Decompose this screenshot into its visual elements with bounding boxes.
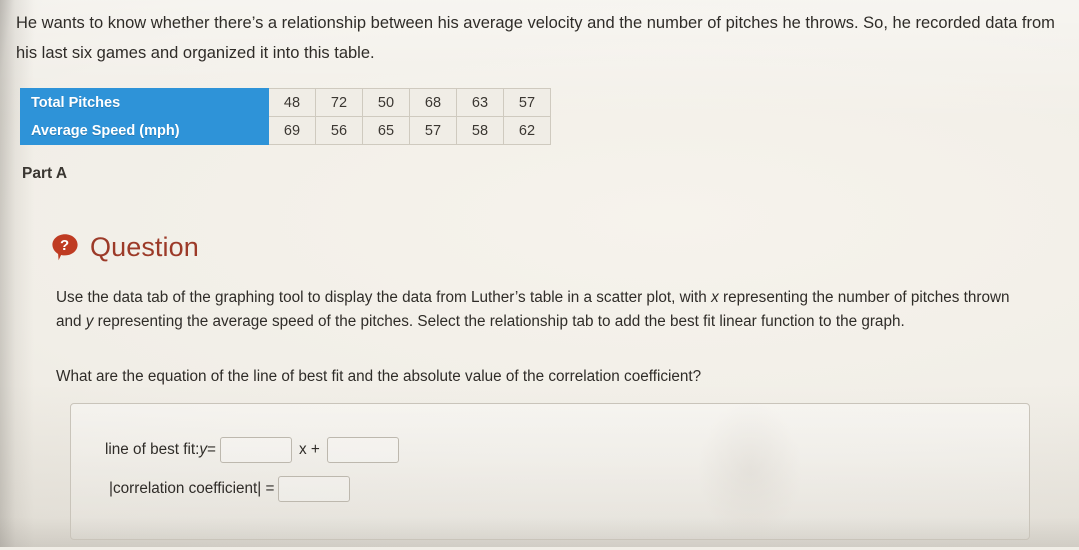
intercept-input[interactable] [326,437,399,463]
answer-variable-y: y [199,441,208,458]
part-label: Part A [22,165,68,182]
cell-total-pitches-2: 72 [315,88,363,117]
question-header: ? Question [50,232,199,262]
cell-total-pitches-1: 48 [268,88,316,117]
table-row: Average Speed (mph) 69 56 65 57 58 62 [20,116,551,145]
cell-total-pitches-3: 50 [362,88,410,117]
correlation-coefficient-input[interactable] [278,476,351,502]
cell-average-speed-4: 57 [409,116,457,145]
equals-sign: = [207,441,216,458]
slope-input[interactable] [219,437,292,463]
question-prompt: What are the equation of the line of bes… [56,368,702,385]
question-variable-x: x [711,289,719,306]
row-label-average-speed: Average Speed (mph) [20,116,269,145]
cell-average-speed-5: 58 [456,116,504,145]
cell-total-pitches-6: 57 [503,88,551,117]
cell-total-pitches-4: 68 [409,88,457,117]
answer-panel: line of best fit: y = x + |correlation c… [70,403,1030,540]
question-body-post: representing the average speed of the pi… [93,313,905,330]
line-of-best-fit-row: line of best fit: y = x + [105,437,403,463]
left-edge-shadow [0,0,34,547]
question-body: Use the data tab of the graphing tool to… [56,286,1018,334]
cell-average-speed-3: 65 [362,116,410,145]
cell-average-speed-1: 69 [268,116,316,145]
x-plus-label: x + [298,441,320,458]
question-bubble-icon: ? [50,232,80,262]
question-title: Question [90,231,199,262]
intro-paragraph: He wants to know whether there’s a relat… [16,8,1066,68]
cell-average-speed-2: 56 [315,116,363,145]
svg-text:?: ? [60,237,69,254]
line-of-best-fit-label: line of best fit: [105,441,200,458]
question-body-pre: Use the data tab of the graphing tool to… [56,289,712,306]
table-row: Total Pitches 48 72 50 68 63 57 [20,88,551,117]
pitch-data-table: Total Pitches 48 72 50 68 63 57 Average … [20,88,551,145]
cell-total-pitches-5: 63 [456,88,504,117]
correlation-coefficient-label: |correlation coefficient| = [109,480,275,497]
row-label-total-pitches: Total Pitches [20,88,269,117]
cell-average-speed-6: 62 [503,116,551,145]
intro-line-1: He wants to know whether there’s a relat… [16,14,911,32]
correlation-coefficient-row: |correlation coefficient| = [109,476,354,502]
